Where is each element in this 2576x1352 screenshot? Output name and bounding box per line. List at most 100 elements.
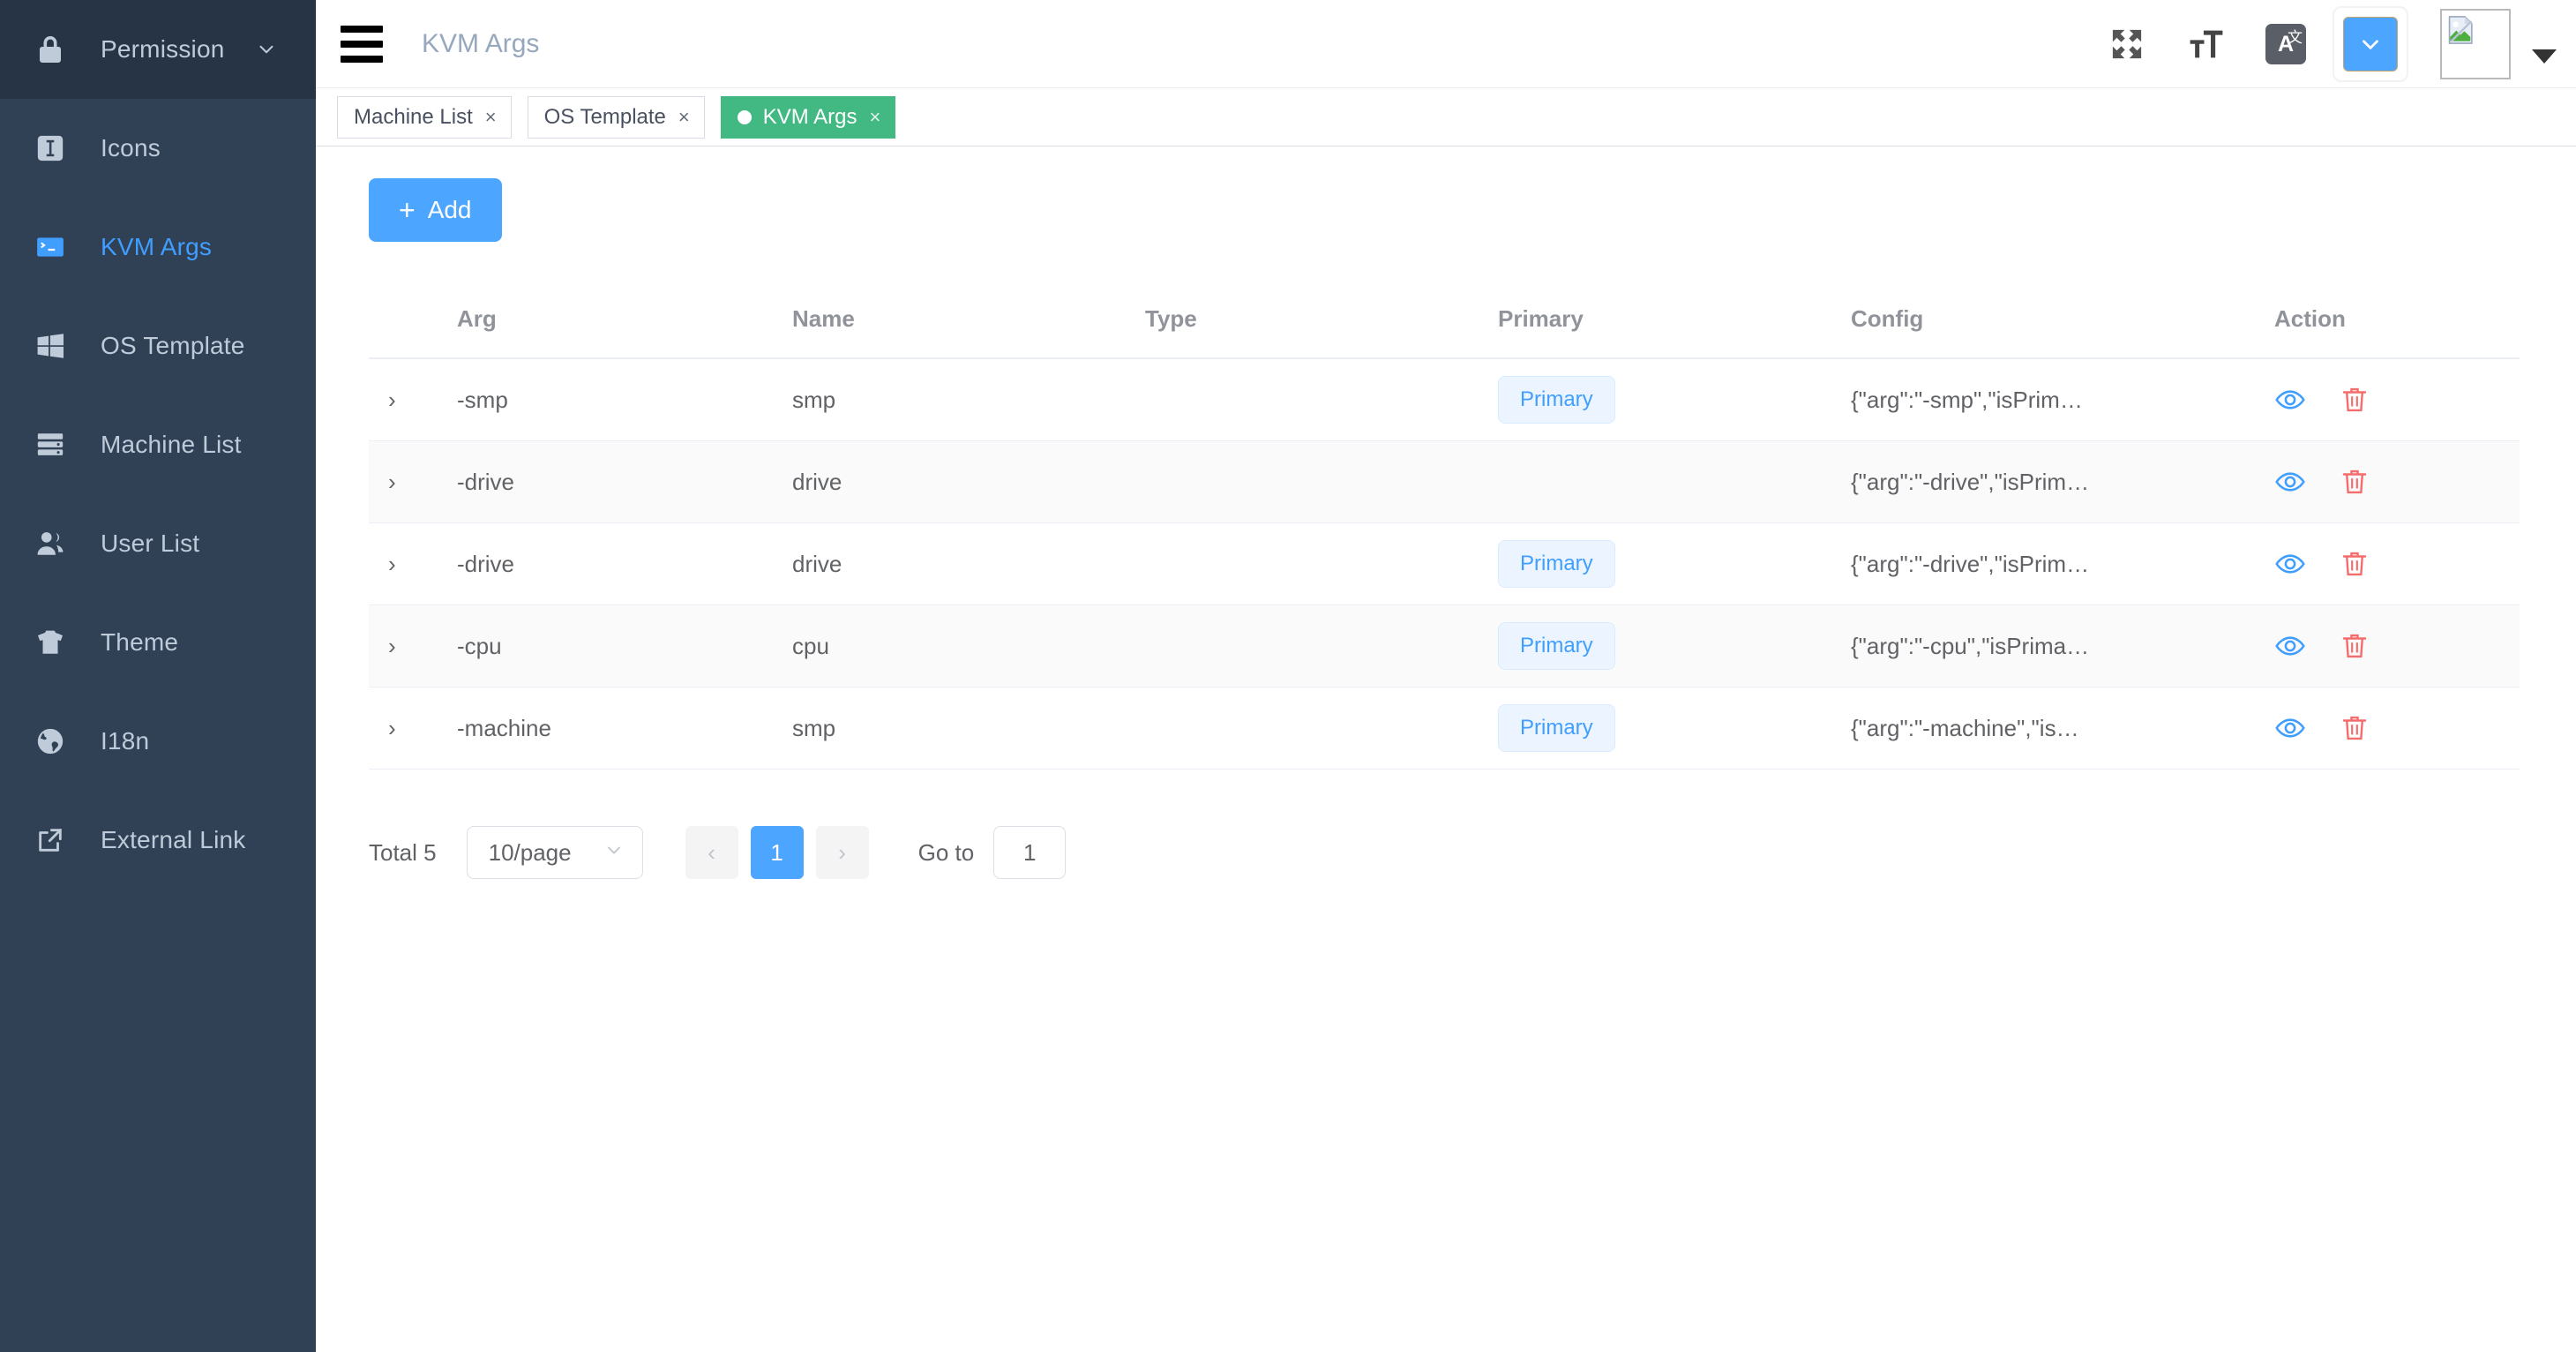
status-badge: Primary (1498, 704, 1615, 752)
column-header-action: Action (2274, 305, 2520, 359)
column-header-name: Name (792, 305, 1145, 359)
cell-config: {"arg":"-drive","isPrim… (1851, 440, 2274, 523)
pager-prev-button[interactable]: ‹ (685, 826, 738, 879)
expand-cell[interactable]: › (369, 522, 457, 605)
config-text: {"arg":"-drive","isPrim… (1851, 468, 2090, 495)
table-row[interactable]: › -drive drive {"arg":"-drive","isPrim… (369, 440, 2520, 523)
table-head: Arg Name Type Primary Config Action (369, 305, 2520, 359)
page-title: KVM Args (422, 28, 540, 58)
tag-machine-list[interactable]: Machine List × (337, 95, 512, 139)
trash-icon[interactable] (2340, 467, 2370, 497)
pager-next-button[interactable]: › (815, 826, 869, 879)
hamburger-icon[interactable] (341, 19, 392, 70)
cell-config: {"arg":"-machine","is… (1851, 687, 2274, 770)
close-icon[interactable]: × (869, 107, 880, 127)
expand-cell[interactable]: › (369, 440, 457, 523)
cell-name: smp (792, 358, 1145, 441)
icons-icon (34, 131, 67, 165)
tags-view: Machine List × OS Template × KVM Args × (316, 88, 2576, 146)
fullscreen-icon[interactable] (2087, 0, 2167, 88)
page-size-select[interactable]: 10/page (466, 826, 643, 879)
sidebar-item-permission[interactable]: Permission (0, 0, 316, 99)
sidebar-item-i18n[interactable]: I18n (0, 692, 316, 791)
expand-cell[interactable]: › (369, 358, 457, 441)
trash-icon[interactable] (2340, 631, 2370, 661)
eye-icon[interactable] (2274, 384, 2306, 416)
avatar[interactable] (2440, 9, 2511, 79)
table-row[interactable]: › -smp smp Primary {"arg":"-smp","isPrim… (369, 358, 2520, 441)
column-header-arg: Arg (457, 305, 792, 359)
pager-page-1[interactable]: 1 (750, 826, 804, 879)
expand-cell[interactable]: › (369, 687, 457, 770)
navbar-right-actions: A 文 (2087, 0, 2576, 88)
goto-input[interactable] (993, 826, 1067, 879)
eye-icon[interactable] (2274, 466, 2306, 498)
active-dot-icon (737, 109, 752, 124)
cell-type (1145, 358, 1498, 441)
language-icon[interactable]: A 文 (2246, 0, 2325, 88)
tag-kvm-args[interactable]: KVM Args × (720, 95, 896, 139)
chevron-down-icon[interactable] (2343, 17, 2398, 71)
status-badge: Primary (1498, 376, 1615, 424)
user-icon (34, 527, 67, 560)
eye-icon[interactable] (2274, 712, 2306, 744)
cell-name: smp (792, 687, 1145, 770)
table-row[interactable]: › -machine smp Primary {"arg":"-machine"… (369, 687, 2520, 770)
goto-label: Go to (917, 838, 975, 866)
sidebar-item-label: User List (101, 530, 200, 557)
header-dropdown-wrapper (2333, 6, 2408, 82)
chevron-right-icon[interactable]: › (369, 551, 396, 578)
navbar: KVM Args A 文 (316, 0, 2576, 88)
sidebar-item-external-link[interactable]: External Link (0, 791, 316, 890)
cell-primary: Primary (1498, 605, 1851, 687)
cell-arg: -smp (457, 358, 792, 441)
config-text: {"arg":"-machine","is… (1851, 714, 2079, 741)
sidebar-item-theme[interactable]: Theme (0, 593, 316, 692)
sidebar-item-os-template[interactable]: OS Template (0, 297, 316, 395)
sidebar-item-kvm-args[interactable]: KVM Args (0, 198, 316, 297)
font-size-icon[interactable] (2167, 0, 2246, 88)
sidebar-item-icons[interactable]: Icons (0, 99, 316, 198)
cell-primary (1498, 440, 1851, 523)
windows-icon (34, 329, 67, 363)
trash-icon[interactable] (2340, 385, 2370, 415)
terminal-icon (34, 230, 67, 264)
cell-arg: -cpu (457, 605, 792, 687)
expand-cell[interactable]: › (369, 605, 457, 687)
eye-icon[interactable] (2274, 548, 2306, 580)
tag-os-template[interactable]: OS Template × (527, 95, 705, 139)
eye-icon[interactable] (2274, 630, 2306, 662)
lock-icon (34, 33, 67, 66)
trash-icon[interactable] (2340, 549, 2370, 579)
sidebar-item-user-list[interactable]: User List (0, 494, 316, 593)
avatar-area[interactable] (2440, 9, 2576, 79)
kvm-args-table: Arg Name Type Primary Config Action › -s… (369, 305, 2520, 770)
sidebar: Permission Icons KVM Args OS Template Ma… (0, 0, 316, 1352)
total-label: Total 5 (369, 838, 437, 866)
trash-icon[interactable] (2340, 713, 2370, 743)
close-icon[interactable]: × (678, 107, 690, 127)
cell-name: cpu (792, 605, 1145, 687)
chevron-down-icon (254, 37, 279, 62)
chevron-right-icon[interactable]: › (369, 715, 396, 742)
chevron-right-icon[interactable]: › (369, 387, 396, 414)
cell-primary: Primary (1498, 522, 1851, 605)
status-badge: Primary (1498, 622, 1615, 670)
chevron-right-icon[interactable]: › (369, 633, 396, 660)
close-icon[interactable]: × (485, 107, 497, 127)
sidebar-item-machine-list[interactable]: Machine List (0, 395, 316, 494)
table-row[interactable]: › -cpu cpu Primary {"arg":"-cpu","isPrim… (369, 605, 2520, 687)
cell-type (1145, 440, 1498, 523)
tshirt-icon (34, 626, 67, 659)
add-button[interactable]: + Add (369, 178, 502, 242)
pager-group: ‹ 1 › (685, 826, 869, 879)
pagination: Total 5 10/page ‹ 1 › Go to (369, 826, 2523, 879)
cell-action (2274, 440, 2520, 523)
caret-down-icon[interactable] (2532, 49, 2557, 64)
cell-type (1145, 605, 1498, 687)
external-link-icon (34, 823, 67, 857)
chevron-right-icon[interactable]: › (369, 469, 396, 496)
table-row[interactable]: › -drive drive Primary {"arg":"-drive","… (369, 522, 2520, 605)
config-text: {"arg":"-cpu","isPrima… (1851, 632, 2090, 659)
server-icon (34, 428, 67, 462)
